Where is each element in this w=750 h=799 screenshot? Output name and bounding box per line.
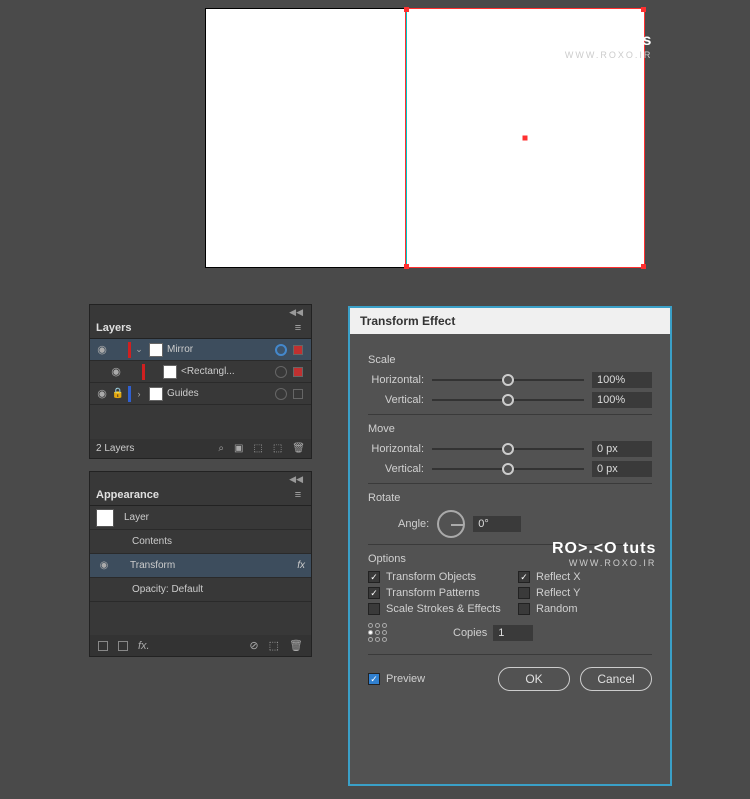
ok-button[interactable]: OK: [498, 667, 570, 691]
appearance-contents-row[interactable]: Contents: [90, 530, 311, 554]
rotate-angle-label: Angle:: [398, 518, 429, 530]
delete-item-icon[interactable]: 🗑: [289, 639, 303, 652]
appearance-contents-label: Contents: [132, 536, 172, 547]
layer-color-strip: [128, 342, 131, 358]
selection-handle-tl[interactable]: [404, 7, 409, 12]
target-icon[interactable]: [275, 344, 287, 356]
watermark-brand: RO>.<O tuts: [548, 32, 652, 50]
reflect-x-checkbox[interactable]: Reflect X: [518, 571, 652, 583]
target-icon[interactable]: [275, 366, 287, 378]
selection-handle-tr[interactable]: [641, 7, 646, 12]
appearance-layer-label: Layer: [124, 512, 149, 523]
duplicate-item-icon[interactable]: ⬚: [269, 639, 279, 652]
create-sublayer-icon[interactable]: ⬚: [253, 443, 262, 454]
layer-row-rectangle[interactable]: ◉ <Rectangl...: [90, 361, 311, 383]
move-horizontal-input[interactable]: [592, 441, 652, 457]
layer-color-strip: [128, 386, 131, 402]
watermark: RO>.<O tuts WWW.ROXO.IR: [548, 32, 652, 60]
appearance-opacity-label[interactable]: Opacity: Default: [132, 584, 203, 595]
add-fill-icon[interactable]: [118, 641, 128, 651]
watermark: RO>.<O tuts WWW.ROXO.IR: [552, 540, 656, 568]
add-stroke-icon[interactable]: [98, 641, 108, 651]
scale-horizontal-label: Horizontal:: [368, 374, 432, 386]
angle-dial[interactable]: [437, 510, 465, 538]
appearance-panel-title: Appearance: [96, 489, 159, 501]
visibility-toggle-icon[interactable]: ◉: [94, 343, 110, 356]
preview-checkbox[interactable]: Preview: [368, 673, 425, 685]
scale-vertical-input[interactable]: [592, 392, 652, 408]
delete-icon[interactable]: 🗑: [292, 443, 305, 454]
watermark-url: WWW.ROXO.IR: [548, 50, 652, 60]
selection-indicator[interactable]: [293, 389, 303, 399]
layer-thumbnail: [163, 365, 177, 379]
move-vertical-label: Vertical:: [368, 463, 432, 475]
panel-menu-icon[interactable]: ≡: [291, 322, 305, 334]
new-layer-icon[interactable]: ⬚: [273, 443, 282, 454]
layer-row-mirror[interactable]: ◉ ⌄ Mirror: [90, 339, 311, 361]
move-horizontal-slider[interactable]: [432, 442, 584, 456]
expand-toggle-icon[interactable]: ›: [133, 389, 145, 399]
panel-collapse-icon[interactable]: ◀◀: [90, 472, 311, 485]
layer-name[interactable]: <Rectangl...: [181, 366, 273, 377]
clear-appearance-icon[interactable]: ⊘: [249, 639, 258, 652]
visibility-toggle-icon[interactable]: ◉: [94, 387, 110, 400]
copies-label: Copies: [453, 627, 487, 639]
appearance-panel-footer: fx. ⊘ ⬚ 🗑: [90, 635, 311, 656]
layer-count-label: 2 Layers: [96, 443, 134, 454]
layers-panel-title: Layers: [96, 322, 131, 334]
selection-handle-bl[interactable]: [404, 264, 409, 269]
scale-section-label: Scale: [368, 354, 652, 366]
transform-objects-checkbox[interactable]: Transform Objects: [368, 571, 502, 583]
target-icon[interactable]: [275, 388, 287, 400]
layers-panel-footer: 2 Layers ⌕ ▣ ⬚ ⬚ 🗑: [90, 439, 311, 458]
appearance-layer-row[interactable]: Layer: [90, 506, 311, 530]
panel-menu-icon[interactable]: ≡: [291, 489, 305, 501]
move-section-label: Move: [368, 423, 652, 435]
visibility-toggle-icon[interactable]: ◉: [108, 365, 124, 378]
copies-input[interactable]: [493, 625, 533, 641]
selection-indicator[interactable]: [293, 345, 303, 355]
dialog-title: Transform Effect: [350, 308, 670, 334]
layer-color-strip: [142, 364, 145, 380]
expand-toggle-icon[interactable]: ⌄: [133, 344, 145, 355]
transform-patterns-checkbox[interactable]: Transform Patterns: [368, 587, 502, 599]
fx-icon[interactable]: fx: [297, 560, 305, 571]
rotate-angle-input[interactable]: [473, 516, 521, 532]
layer-thumbnail: [149, 343, 163, 357]
selection-handle-br[interactable]: [641, 264, 646, 269]
layer-row-guides[interactable]: ◉ 🔒 › Guides: [90, 383, 311, 405]
layer-thumbnail: [149, 387, 163, 401]
rotate-section-label: Rotate: [368, 492, 652, 504]
watermark-url: WWW.ROXO.IR: [552, 558, 656, 568]
scale-vertical-label: Vertical:: [368, 394, 432, 406]
add-effect-icon[interactable]: fx.: [138, 640, 150, 652]
watermark-brand: RO>.<O tuts: [552, 540, 656, 558]
layer-swatch: [96, 509, 114, 527]
move-vertical-slider[interactable]: [432, 462, 584, 476]
appearance-transform-row[interactable]: ◉ Transform fx: [90, 554, 311, 578]
reflect-y-checkbox[interactable]: Reflect Y: [518, 587, 652, 599]
move-vertical-input[interactable]: [592, 461, 652, 477]
selection-handle-center[interactable]: [523, 136, 528, 141]
cancel-button[interactable]: Cancel: [580, 667, 652, 691]
reference-point-grid[interactable]: [368, 623, 387, 642]
scale-vertical-slider[interactable]: [432, 393, 584, 407]
appearance-opacity-row[interactable]: Opacity: Default: [90, 578, 311, 602]
selection-indicator[interactable]: [293, 367, 303, 377]
layer-name[interactable]: Guides: [167, 388, 273, 399]
scale-horizontal-input[interactable]: [592, 372, 652, 388]
layers-panel: ◀◀ Layers ≡ ◉ ⌄ Mirror ◉ <Rectangl... ◉ …: [89, 304, 312, 459]
layer-name[interactable]: Mirror: [167, 344, 273, 355]
appearance-transform-label[interactable]: Transform: [130, 560, 175, 571]
appearance-panel: ◀◀ Appearance ≡ Layer Contents ◉ Transfo…: [89, 471, 312, 657]
scale-horizontal-slider[interactable]: [432, 373, 584, 387]
visibility-toggle-icon[interactable]: ◉: [96, 560, 112, 571]
scale-strokes-checkbox[interactable]: Scale Strokes & Effects: [368, 603, 502, 615]
random-checkbox[interactable]: Random: [518, 603, 652, 615]
lock-toggle-icon[interactable]: 🔒: [110, 388, 126, 399]
panel-collapse-icon[interactable]: ◀◀: [90, 305, 311, 318]
locate-object-icon[interactable]: ⌕: [218, 443, 224, 454]
make-clipping-mask-icon[interactable]: ▣: [234, 443, 243, 454]
move-horizontal-label: Horizontal:: [368, 443, 432, 455]
